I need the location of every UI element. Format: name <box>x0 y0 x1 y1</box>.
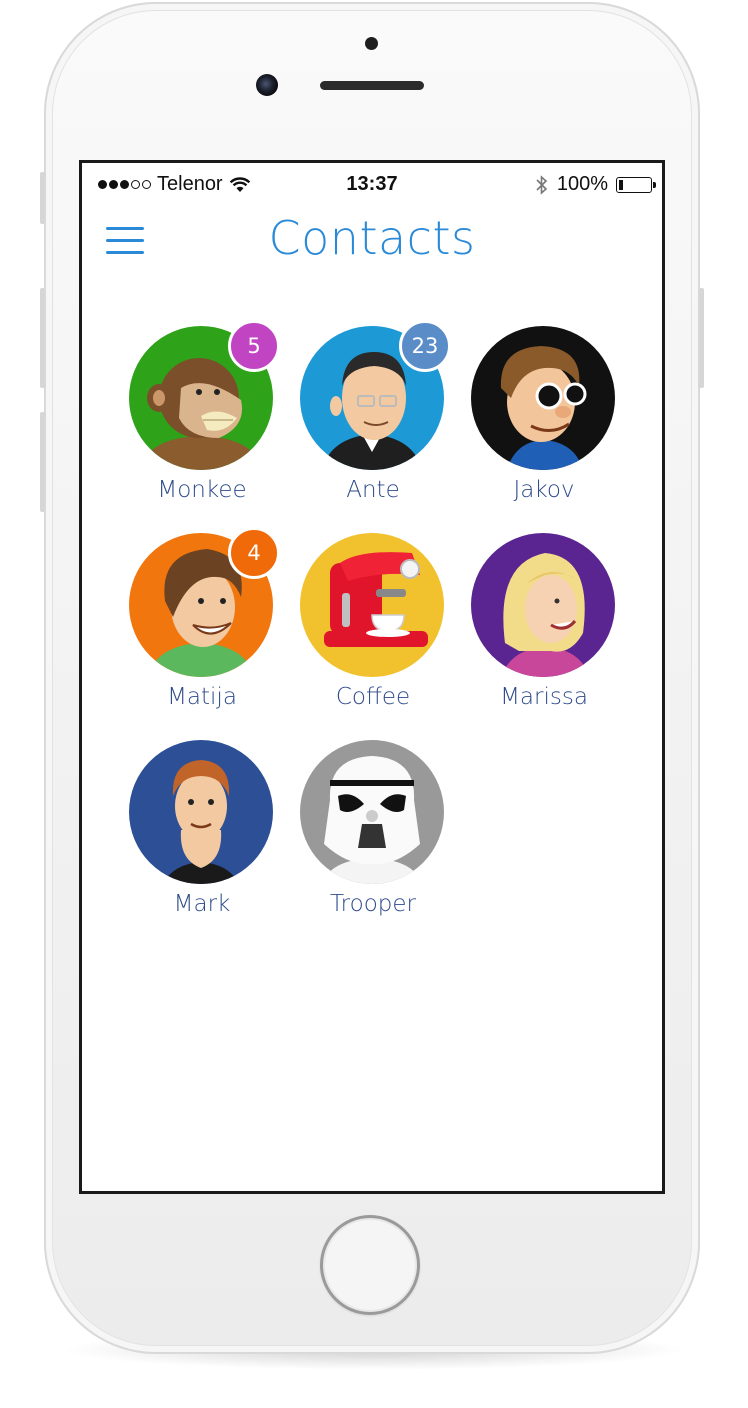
unread-badge: 4 <box>228 527 280 579</box>
contact-name: Trooper <box>330 891 416 917</box>
avatar-jakov <box>471 326 615 470</box>
earpiece-speaker <box>320 81 424 90</box>
volume-up-button <box>40 288 45 388</box>
man-round-glasses-avatar-icon <box>500 346 587 470</box>
front-camera <box>256 74 278 96</box>
power-button <box>699 288 704 388</box>
volume-down-button <box>40 412 45 512</box>
stormtrooper-avatar-icon <box>322 756 422 884</box>
phone-screen: Telenor 13:37 100% Contacts 5 Monkee 23 … <box>79 160 665 1194</box>
coffee-machine-icon <box>324 552 428 647</box>
status-bar: Telenor 13:37 100% <box>82 163 662 207</box>
contact-name: Matija <box>167 684 237 710</box>
status-right: 100% <box>535 173 656 196</box>
contact-matija[interactable]: 4 Matija <box>128 527 288 723</box>
bluetooth-icon <box>536 174 548 195</box>
contact-name: Ante <box>346 477 400 503</box>
man-avatar-icon <box>163 760 239 884</box>
battery-percent: 100% <box>556 173 608 195</box>
avatar-marissa <box>471 533 615 677</box>
contact-ante[interactable]: 23 Ante <box>299 320 459 516</box>
battery-icon <box>616 176 656 193</box>
avatar-mark <box>129 740 273 884</box>
avatar-coffee <box>300 533 444 677</box>
contact-monkee[interactable]: 5 Monkee <box>128 320 288 516</box>
contact-jakov[interactable]: Jakov <box>470 326 630 516</box>
contact-coffee[interactable]: Coffee <box>299 533 459 723</box>
avatar-trooper <box>300 740 444 884</box>
contact-name: Marissa <box>500 684 588 710</box>
contact-marissa[interactable]: Marissa <box>470 533 630 723</box>
contact-name: Coffee <box>335 684 411 710</box>
mute-switch <box>40 172 45 224</box>
contact-name: Monkee <box>157 477 247 503</box>
unread-badge: 23 <box>399 320 451 372</box>
home-button[interactable] <box>320 1215 420 1315</box>
contact-name: Mark <box>173 891 231 917</box>
unread-badge: 5 <box>228 320 280 372</box>
contact-mark[interactable]: Mark <box>128 740 288 930</box>
blonde-woman-avatar-icon <box>501 553 589 677</box>
contact-name: Jakov <box>513 477 575 503</box>
proximity-sensor <box>365 37 378 50</box>
contact-trooper[interactable]: Trooper <box>299 740 459 930</box>
page-title: Contacts <box>268 211 476 265</box>
